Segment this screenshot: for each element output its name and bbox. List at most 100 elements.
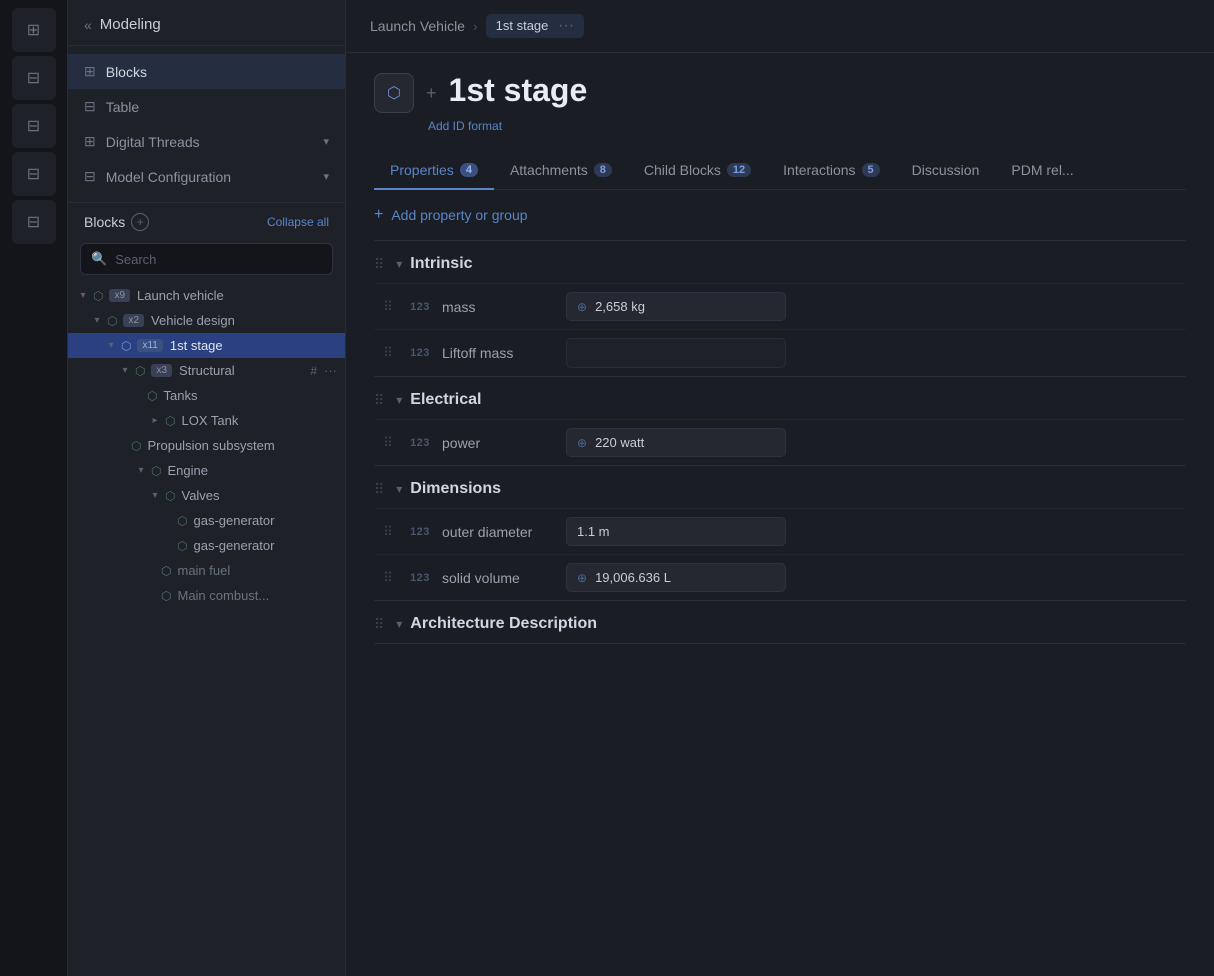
more-icon[interactable]: ··· — [324, 363, 337, 378]
group-label: Intrinsic — [410, 255, 472, 273]
rail-item-4[interactable]: ⊟ — [12, 152, 56, 196]
breadcrumb-current: 1st stage ··· — [486, 14, 584, 38]
prop-name-label: solid volume — [438, 570, 558, 586]
search-box: 🔍 — [80, 243, 333, 275]
tab-attachments[interactable]: Attachments 8 — [494, 152, 628, 190]
add-block-button[interactable]: + — [131, 213, 149, 231]
collapse-all-button[interactable]: Collapse all — [267, 215, 329, 229]
tree-item-label: gas-generator — [193, 513, 337, 528]
prop-value-box[interactable]: ⊕ 2,658 kg — [566, 292, 786, 321]
prop-value-wrapper: 1.1 m — [566, 517, 1186, 546]
rail-item-5[interactable]: ⊟ — [12, 200, 56, 244]
prop-type-label: 123 — [402, 437, 438, 449]
tree-item-valves[interactable]: ▾ ⬡ Valves — [68, 483, 345, 508]
blocks-section-title: Blocks — [84, 214, 125, 230]
badge: x11 — [137, 339, 162, 352]
tree-item-label: main fuel — [177, 563, 337, 578]
arrow-icon: ▸ — [148, 415, 162, 426]
block-type-icon: ⬡ — [147, 389, 157, 403]
tab-label: Properties — [390, 162, 454, 178]
add-id-format-link[interactable]: Add ID format — [428, 119, 502, 133]
tab-badge: 8 — [594, 163, 612, 177]
property-group-intrinsic: ⠿ ▾ Intrinsic ⠿ 123 mass ⊕ 2,658 kg — [374, 241, 1186, 377]
tab-interactions[interactable]: Interactions 5 — [767, 152, 896, 190]
tree-item-main-fuel[interactable]: ⬡ main fuel — [68, 558, 345, 583]
add-property-label: Add property or group — [391, 207, 527, 223]
sidebar-item-blocks[interactable]: ⊞ Blocks — [68, 54, 345, 89]
blocks-nav-icon: ⊞ — [84, 63, 96, 80]
group-label: Electrical — [410, 391, 481, 409]
prop-value-box[interactable]: ⊕ 220 watt — [566, 428, 786, 457]
sidebar-item-table[interactable]: ⊟ Table — [68, 89, 345, 124]
sidebar-item-label: Table — [106, 99, 139, 115]
search-input[interactable] — [115, 252, 322, 267]
breadcrumb-parent[interactable]: Launch Vehicle — [370, 18, 465, 34]
block-type-icon: ⬡ — [177, 514, 187, 528]
badge: x2 — [123, 314, 144, 327]
sidebar-title: Modeling — [100, 16, 161, 33]
chevron-down-icon: ▾ — [396, 482, 402, 496]
prop-value-box[interactable] — [566, 338, 786, 368]
add-property-button[interactable]: + Add property or group — [374, 190, 1186, 241]
prop-value-box[interactable]: 1.1 m — [566, 517, 786, 546]
breadcrumb-current-label: 1st stage — [496, 18, 549, 33]
tree-item-engine[interactable]: ▾ ⬡ Engine — [68, 458, 345, 483]
sidebar-nav: ⊞ Blocks ⊟ Table ⊞ Digital Threads ▾ ⊟ M… — [68, 46, 345, 202]
property-row-outer-diameter: ⠿ 123 outer diameter 1.1 m — [374, 508, 1186, 554]
tree-item-label: Engine — [167, 463, 337, 478]
tab-discussion[interactable]: Discussion — [896, 152, 996, 190]
tree-item-vehicle-design[interactable]: ▾ ⬡ x2 Vehicle design — [68, 308, 345, 333]
sidebar-item-model-config[interactable]: ⊟ Model Configuration ▾ — [68, 159, 345, 194]
chevron-down-icon: ▾ — [323, 170, 329, 183]
tab-child-blocks[interactable]: Child Blocks 12 — [628, 152, 767, 190]
tree-item-label: Launch vehicle — [137, 288, 337, 303]
group-header-dimensions[interactable]: ⠿ ▾ Dimensions — [374, 466, 1186, 508]
badge: x9 — [109, 289, 130, 302]
arrow-icon: ▾ — [90, 315, 104, 326]
tab-badge: 4 — [460, 163, 478, 177]
tab-properties[interactable]: Properties 4 — [374, 152, 494, 190]
tree-item-gas-gen-1[interactable]: ⬡ gas-generator — [68, 508, 345, 533]
prop-value-box[interactable]: ⊕ 19,006.636 L — [566, 563, 786, 592]
rail-item-1[interactable]: ⊞ — [12, 8, 56, 52]
group-header-electrical[interactable]: ⠿ ▾ Electrical — [374, 377, 1186, 419]
tree-item-structural[interactable]: ▾ ⬡ x3 Structural # ··· — [68, 358, 345, 383]
icon-rail: ⊞ ⊟ ⊟ ⊟ ⊟ — [0, 0, 68, 976]
breadcrumb-separator: › — [473, 18, 478, 34]
drag-handle-icon: ⠿ — [374, 524, 402, 540]
arrow-icon: ▾ — [134, 465, 148, 476]
back-arrows-icon: « — [84, 17, 92, 33]
chevron-down-icon: ▾ — [396, 617, 402, 631]
block-type-icon: ⬡ — [135, 364, 145, 378]
group-label: Architecture Description — [410, 615, 597, 633]
rail-item-3[interactable]: ⊟ — [12, 104, 56, 148]
search-icon: 🔍 — [91, 251, 107, 267]
blocks-label: Blocks + — [84, 213, 149, 231]
properties-area: + Add property or group ⠿ ▾ Intrinsic ⠿ … — [374, 190, 1186, 644]
tree-item-1st-stage[interactable]: ▾ ⬡ x11 1st stage — [68, 333, 345, 358]
tree-item-launch-vehicle[interactable]: ▾ ⬡ x9 Launch vehicle — [68, 283, 345, 308]
tree-item-tanks[interactable]: ⬡ Tanks — [68, 383, 345, 408]
tree-item-propulsion[interactable]: ⬡ Propulsion subsystem — [68, 433, 345, 458]
tab-badge: 5 — [862, 163, 880, 177]
block-title: 1st stage — [449, 73, 588, 108]
group-header-intrinsic[interactable]: ⠿ ▾ Intrinsic — [374, 241, 1186, 283]
main-content: Launch Vehicle › 1st stage ··· ⬡ + 1st s… — [346, 0, 1214, 976]
add-icon[interactable]: + — [426, 83, 437, 104]
tree-item-main-combust[interactable]: ⬡ Main combust... — [68, 583, 345, 608]
rail-item-2[interactable]: ⊟ — [12, 56, 56, 100]
tab-badge: 12 — [727, 163, 751, 177]
table-nav-icon: ⊟ — [84, 98, 96, 115]
group-header-architecture[interactable]: ⠿ ▾ Architecture Description — [374, 601, 1186, 643]
property-group-architecture: ⠿ ▾ Architecture Description — [374, 601, 1186, 644]
plus-icon: + — [374, 206, 383, 224]
chevron-down-icon: ▾ — [396, 257, 402, 271]
block-type-icon: ⬡ — [131, 439, 141, 453]
sidebar-item-digital-threads[interactable]: ⊞ Digital Threads ▾ — [68, 124, 345, 159]
tab-pdm[interactable]: PDM rel... — [995, 152, 1089, 190]
tab-label: PDM rel... — [1011, 162, 1073, 178]
tree-item-gas-gen-2[interactable]: ⬡ gas-generator — [68, 533, 345, 558]
content-area: ⬡ + 1st stage Add ID format Properties 4… — [346, 53, 1214, 976]
breadcrumb-more-button[interactable]: ··· — [558, 17, 574, 34]
tree-item-lox-tank[interactable]: ▸ ⬡ LOX Tank — [68, 408, 345, 433]
